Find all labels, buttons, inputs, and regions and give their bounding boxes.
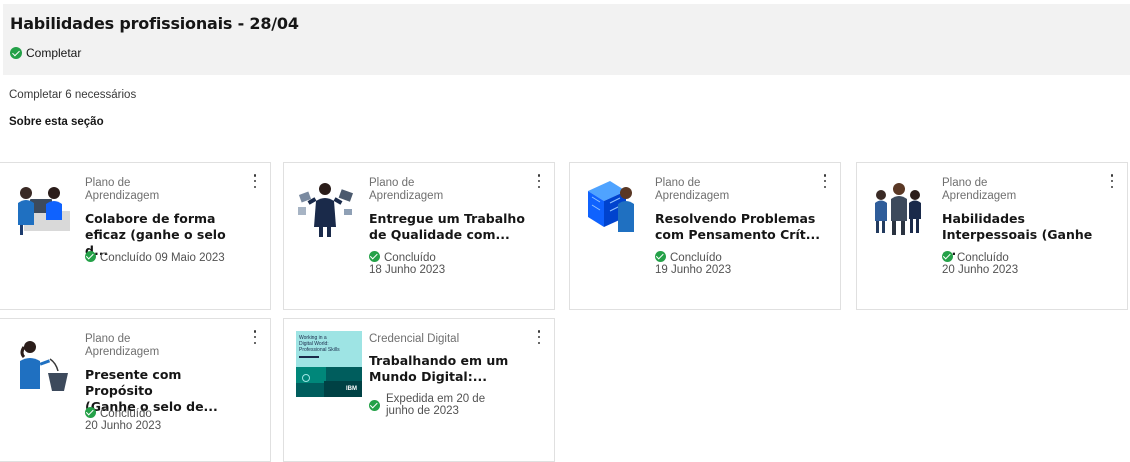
ibm-logo: IBM	[346, 386, 357, 392]
checkmark-filled-icon	[369, 399, 380, 411]
collaboration-illustration-icon	[18, 187, 70, 235]
card-type: Plano de Aprendizagem	[85, 333, 160, 358]
section-header: Habilidades profissionais - 28/04 Comple…	[3, 4, 1130, 75]
card-type: Plano de Aprendizagem	[655, 177, 730, 202]
checkmark-filled-icon	[942, 251, 953, 262]
learning-plan-card[interactable]: Plano de Aprendizagem Entregue um Trabalh…	[283, 162, 555, 310]
card-status: Concluído 09 Maio 2023	[85, 251, 265, 264]
checkmark-filled-icon	[85, 407, 96, 418]
quality-work-illustration-icon	[298, 183, 354, 237]
checkmark-filled-icon	[369, 251, 380, 262]
card-status: Concluído 20 Junho 2023	[942, 251, 1019, 276]
card-status: Concluído 18 Junho 2023	[369, 251, 446, 276]
interpersonal-skills-illustration-icon	[875, 183, 921, 235]
learning-plan-card[interactable]: Plano de Aprendizagem Habilidades Interpes…	[856, 162, 1128, 310]
overflow-menu-vertical-icon[interactable]	[1110, 174, 1114, 188]
learning-plan-card[interactable]: Plano de Aprendizagem Presente com Propós…	[0, 318, 271, 462]
section-status-label: Completar	[26, 46, 82, 60]
card-type: Credencial Digital	[369, 333, 460, 345]
presenting-illustration-icon	[20, 341, 68, 391]
checkmark-filled-icon	[85, 251, 96, 262]
card-title[interactable]: Trabalhando em um Mundo Digital:...	[369, 353, 537, 385]
card-title[interactable]: Resolvendo Problemas com Pensamento Crít.…	[655, 211, 823, 243]
checkmark-filled-icon	[10, 47, 22, 59]
overflow-menu-vertical-icon[interactable]	[253, 330, 257, 344]
section-status: Completar	[10, 46, 81, 60]
page-title: Habilidades profissionais - 28/04	[10, 14, 299, 33]
card-title[interactable]: Entregue um Trabalho de Qualidade com...	[369, 211, 537, 243]
card-type: Plano de Aprendizagem	[369, 177, 444, 202]
credential-badge-image: Working in a Digital World: Professional…	[296, 331, 362, 397]
card-type: Plano de Aprendizagem	[942, 177, 1017, 202]
badge-text-line: Professional Skills	[299, 347, 340, 353]
required-count: Completar 6 necessários	[9, 89, 137, 101]
checkmark-filled-icon	[655, 251, 666, 262]
overflow-menu-vertical-icon[interactable]	[823, 174, 827, 188]
card-type: Plano de Aprendizagem	[85, 177, 160, 202]
about-section-link[interactable]: Sobre esta seção	[9, 116, 104, 128]
problem-solving-illustration-icon	[588, 181, 634, 232]
card-status: Concluído 20 Junho 2023	[85, 407, 162, 432]
card-status: Concluído 19 Junho 2023	[655, 251, 732, 276]
digital-credential-card[interactable]: Working in a Digital World: Professional…	[283, 318, 555, 462]
card-status: Expedida em 20 de junho de 2023	[369, 393, 549, 417]
learning-plan-card[interactable]: Plano de Aprendizagem Resolvendo Problema…	[569, 162, 841, 310]
overflow-menu-vertical-icon[interactable]	[253, 174, 257, 188]
learning-plan-card[interactable]: Plano de Aprendizagem Colabore de forma ef…	[0, 162, 271, 310]
overflow-menu-vertical-icon[interactable]	[537, 330, 541, 344]
overflow-menu-vertical-icon[interactable]	[537, 174, 541, 188]
